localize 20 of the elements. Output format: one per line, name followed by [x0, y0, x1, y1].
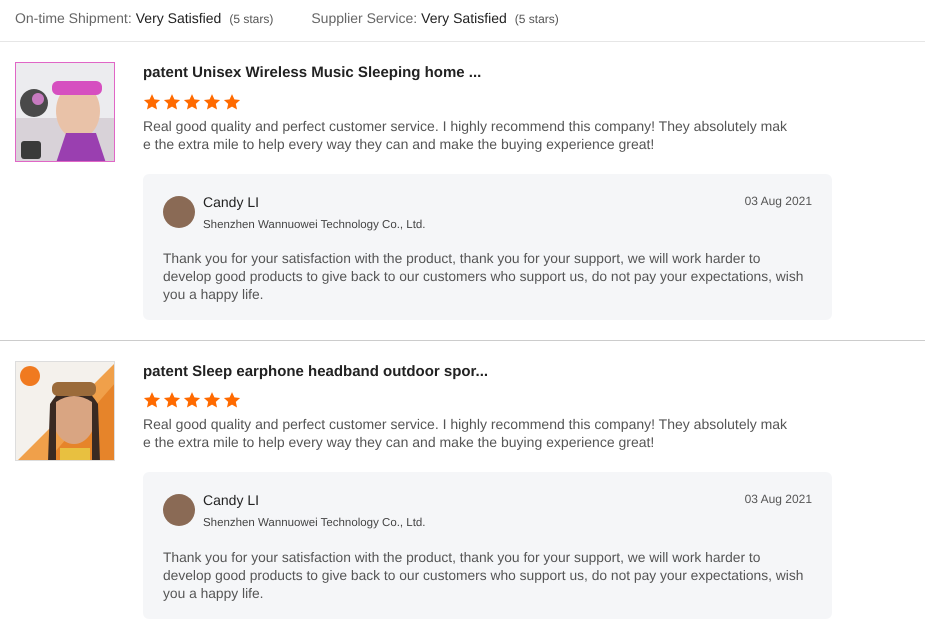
reply-text: Thank you for your satisfaction with the product, thank you for your support, we will work harder to develop good products to give back to our customers who support us, do not pay your expectations, wish you a happy life.: [163, 548, 804, 602]
company-name: Shenzhen Wannuowei Technology Co., Ltd.: [203, 218, 426, 232]
replier-name: Candy LI: [203, 491, 260, 510]
reply-date: 03 Aug 2021: [744, 491, 812, 508]
reply-date: 03 Aug 2021: [744, 192, 812, 210]
rating-note: (5 stars): [229, 11, 274, 28]
review-text: Real good quality and perfect customer service. I highly recommend this company! They absolutely make the extra mile to help every way they can and make the buying experience great!: [143, 116, 788, 152]
avatar-icon: [163, 494, 195, 526]
product-title: patent Unisex Wireless Music Sleeping home ...: [143, 63, 482, 83]
review-text: Real good quality and perfect customer service. I highly recommend this company! They absolutely make the extra mile to help every way they can and make the buying experience great!: [143, 415, 788, 452]
rating-label: On-time Shipment:: [15, 9, 132, 28]
rating-value: Very Satisfied: [421, 9, 507, 28]
company-name: Shenzhen Wannuowei Technology Co., Ltd.: [203, 516, 426, 532]
rating-value: Very Satisfied: [136, 9, 222, 28]
avatar-icon: [163, 196, 195, 228]
rating-note: (5 stars): [514, 11, 559, 28]
replier-name: Candy LI: [203, 192, 260, 212]
rating-label: Supplier Service:: [311, 9, 418, 28]
product-title: patent Sleep earphone headband outdoor spor...: [143, 362, 490, 382]
reply-text: Thank you for your satisfaction with the product, thank you for your support, we will work harder to develop good products to give back to our customers who support us, do not pay your expectations, wish you a happy life.: [163, 250, 804, 304]
